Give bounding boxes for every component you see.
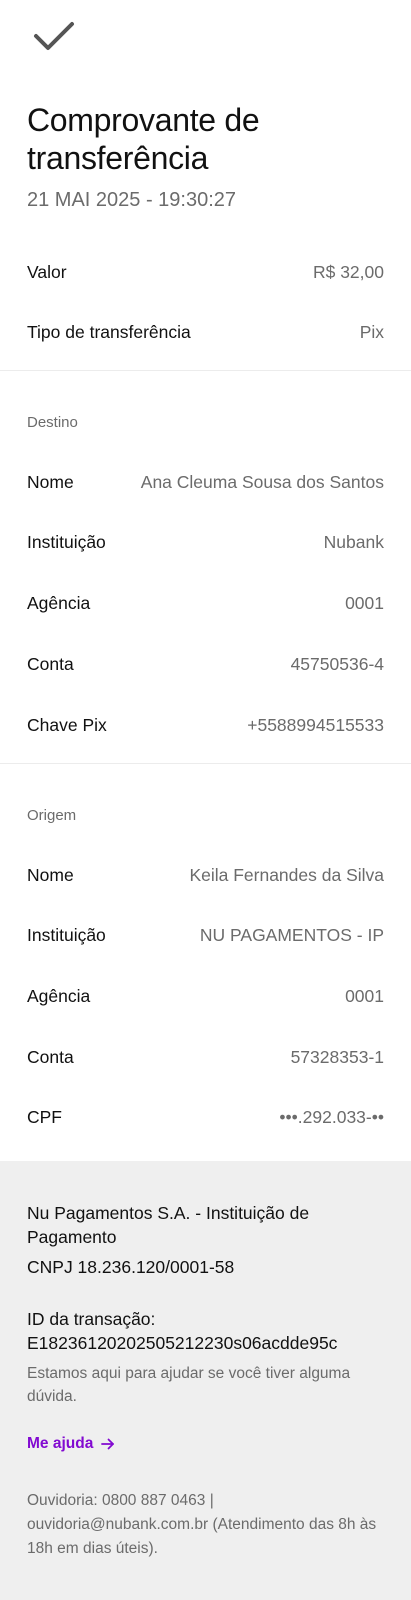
origem-row-instituicao: Instituição NU PAGAMENTOS - IP <box>27 923 384 947</box>
help-link-label: Me ajuda <box>27 1435 94 1452</box>
help-link[interactable]: Me ajuda <box>27 1435 115 1453</box>
destino-section-label: Destino <box>27 414 78 431</box>
arrow-right-icon <box>101 1438 115 1450</box>
row-value: 57328353-1 <box>290 1046 384 1067</box>
company-name: Nu Pagamentos S.A. - Instituição de Paga… <box>27 1203 310 1247</box>
row-value: 0001 <box>345 985 384 1006</box>
valor-label: Valor <box>27 261 67 282</box>
row-label: Instituição <box>27 531 106 552</box>
divider <box>0 370 411 371</box>
row-label: Agência <box>27 592 91 613</box>
row-value: 45750536-4 <box>290 653 384 674</box>
destino-row-conta: Conta 45750536-4 <box>27 652 384 676</box>
row-label: Nome <box>27 471 74 492</box>
destino-row-agencia: Agência 0001 <box>27 591 384 615</box>
row-label: CPF <box>27 1106 62 1127</box>
row-value: Nubank <box>323 531 384 552</box>
row-value: Ana Cleuma Sousa dos Santos <box>140 471 384 492</box>
row-label: Conta <box>27 1046 74 1067</box>
company-cnpj: CNPJ 18.236.120/0001-58 <box>27 1257 235 1277</box>
row-label: Instituição <box>27 924 106 945</box>
tipo-value: Pix <box>359 321 384 342</box>
row-value: +5588994515533 <box>247 714 384 735</box>
transaction-id-value: E18236120202505212230s06acdde95c <box>27 1333 338 1353</box>
valor-row: Valor R$ 32,00 <box>27 260 384 284</box>
page-title: Comprovante de transferência <box>27 102 260 176</box>
row-label: Chave Pix <box>27 714 107 735</box>
ombudsman-text: Ouvidoria: 0800 887 0463 | ouvidoria@nub… <box>27 1492 377 1557</box>
help-text: Estamos aqui para ajudar se você tiver a… <box>27 1365 351 1405</box>
row-label: Nome <box>27 864 74 885</box>
row-value: •••.292.033-•• <box>279 1106 384 1127</box>
destino-row-instituicao: Instituição Nubank <box>27 530 384 554</box>
origem-section-label: Origem <box>27 807 77 824</box>
row-value: 0001 <box>345 592 384 613</box>
divider <box>0 763 411 764</box>
tipo-row: Tipo de transferência Pix <box>27 320 384 344</box>
row-value: NU PAGAMENTOS - IP <box>199 924 384 945</box>
transaction-id-label: ID da transação: <box>27 1309 156 1329</box>
origem-row-nome: Nome Keila Fernandes da Silva <box>27 863 384 887</box>
check-icon[interactable] <box>30 16 80 56</box>
valor-value: R$ 32,00 <box>312 261 384 282</box>
origem-row-cpf: CPF •••.292.033-•• <box>27 1105 384 1129</box>
row-label: Conta <box>27 653 74 674</box>
row-value: Keila Fernandes da Silva <box>189 864 384 885</box>
transfer-date: 21 MAI 2025 - 19:30:27 <box>27 189 237 211</box>
destino-row-chave-pix: Chave Pix +5588994515533 <box>27 713 384 737</box>
origem-row-agencia: Agência 0001 <box>27 984 384 1008</box>
tipo-label: Tipo de transferência <box>27 321 191 342</box>
destino-row-nome: Nome Ana Cleuma Sousa dos Santos <box>27 470 384 494</box>
origem-row-conta: Conta 57328353-1 <box>27 1045 384 1069</box>
row-label: Agência <box>27 985 91 1006</box>
